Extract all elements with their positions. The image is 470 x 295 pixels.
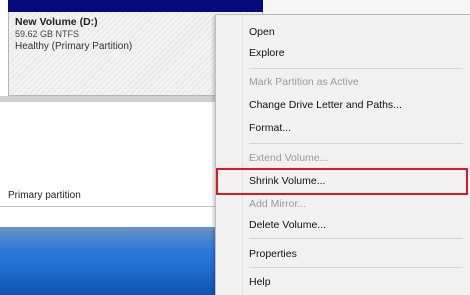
menu-item-change-drive-letter[interactable]: Change Drive Letter and Paths...: [249, 97, 402, 113]
menu-item-open[interactable]: Open: [249, 24, 275, 40]
menu-separator: [249, 238, 463, 239]
partition-status: Healthy (Primary Partition): [15, 41, 133, 52]
menu-item-properties[interactable]: Properties: [249, 246, 297, 262]
legend-divider: [0, 206, 225, 207]
menu-separator: [249, 68, 463, 69]
disk-management-view: New Volume (D:) 59.62 GB NTFS Healthy (P…: [0, 0, 470, 295]
legend-primary-partition-label: Primary partition: [8, 190, 81, 201]
menu-separator: [249, 143, 463, 144]
menu-item-format[interactable]: Format...: [249, 120, 291, 136]
menu-item-help[interactable]: Help: [249, 274, 271, 290]
menu-item-explore[interactable]: Explore: [249, 45, 285, 61]
partition-name: New Volume (D:): [15, 16, 98, 28]
menu-item-add-mirror: Add Mirror...: [249, 198, 307, 210]
partition-size: 59.62 GB NTFS: [15, 29, 80, 39]
legend-area: Primary partition: [0, 102, 225, 212]
menu-item-delete-volume[interactable]: Delete Volume...: [249, 217, 326, 233]
menu-icon-column: [242, 15, 243, 295]
menu-separator: [249, 267, 463, 268]
taskbar: [0, 227, 225, 295]
taskbar-gloss: [0, 227, 225, 249]
background-window-top: [263, 0, 470, 14]
context-menu: Open Explore Mark Partition as Active Ch…: [215, 14, 470, 295]
menu-item-mark-active: Mark Partition as Active: [249, 76, 359, 88]
partition-header-bar: [8, 0, 263, 12]
menu-item-extend-volume: Extend Volume...: [249, 152, 329, 164]
shrink-volume-highlight-box: [216, 168, 468, 195]
